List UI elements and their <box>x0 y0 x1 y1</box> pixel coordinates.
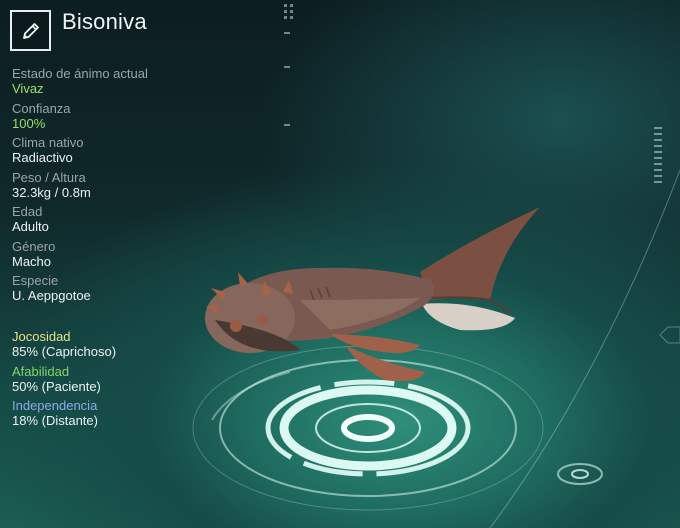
stat-label: Especie <box>12 273 59 288</box>
trait-label: Independencia <box>12 398 98 413</box>
stat-label: Peso / Altura <box>12 169 86 185</box>
stat-item: Género Macho <box>12 239 212 270</box>
stat-value: 100% <box>12 115 46 131</box>
stat-value: Vivaz <box>12 81 44 96</box>
stat-value: Radiactivo <box>12 150 73 165</box>
stat-value: Adulto <box>12 219 49 234</box>
stat-item: Clima nativo Radiactivo <box>12 135 212 166</box>
stat-item: Confianza 100% <box>12 101 212 132</box>
stat-value: Macho <box>12 253 52 269</box>
creature-traits: Jocosidad 85% (Caprichoso) Afabilidad 50% (… <box>12 329 232 433</box>
stat-label: Estado de ánimo actual <box>12 66 148 81</box>
trait-item: Jocosidad 85% (Caprichoso) <box>12 329 232 360</box>
trait-value: 85% (Caprichoso) <box>12 344 117 359</box>
trait-label: Jocosidad <box>12 329 71 344</box>
creature-name: Bisoniva <box>62 9 147 34</box>
trait-item: Independencia 18% (Distante) <box>12 398 232 429</box>
trait-value: 18% (Distante) <box>12 413 98 428</box>
stat-label: Edad <box>12 204 43 219</box>
trait-item: Afabilidad 50% (Paciente) <box>12 364 232 395</box>
creature-model <box>205 207 540 381</box>
stat-item: Peso / Altura 32.3kg / 0.8m <box>12 170 212 201</box>
trait-value: 50% (Paciente) <box>12 378 101 394</box>
trait-label: Afabilidad <box>12 363 70 379</box>
stat-item: Estado de ánimo actual Vivaz <box>12 66 212 97</box>
stat-item: Edad Adulto <box>12 204 212 235</box>
creature-stats: Estado de ánimo actual Vivaz Confianza 100%… <box>12 66 212 308</box>
stat-label: Clima nativo <box>12 135 84 150</box>
edit-name-button[interactable] <box>10 10 51 51</box>
stat-value: 32.3kg / 0.8m <box>12 184 91 200</box>
stat-value: U. Aeppgotoe <box>12 288 91 303</box>
stat-label: Confianza <box>12 100 71 116</box>
stat-item: Especie U. Aeppgotoe <box>12 273 212 304</box>
stat-label: Género <box>12 238 56 254</box>
pencil-icon <box>21 21 41 41</box>
